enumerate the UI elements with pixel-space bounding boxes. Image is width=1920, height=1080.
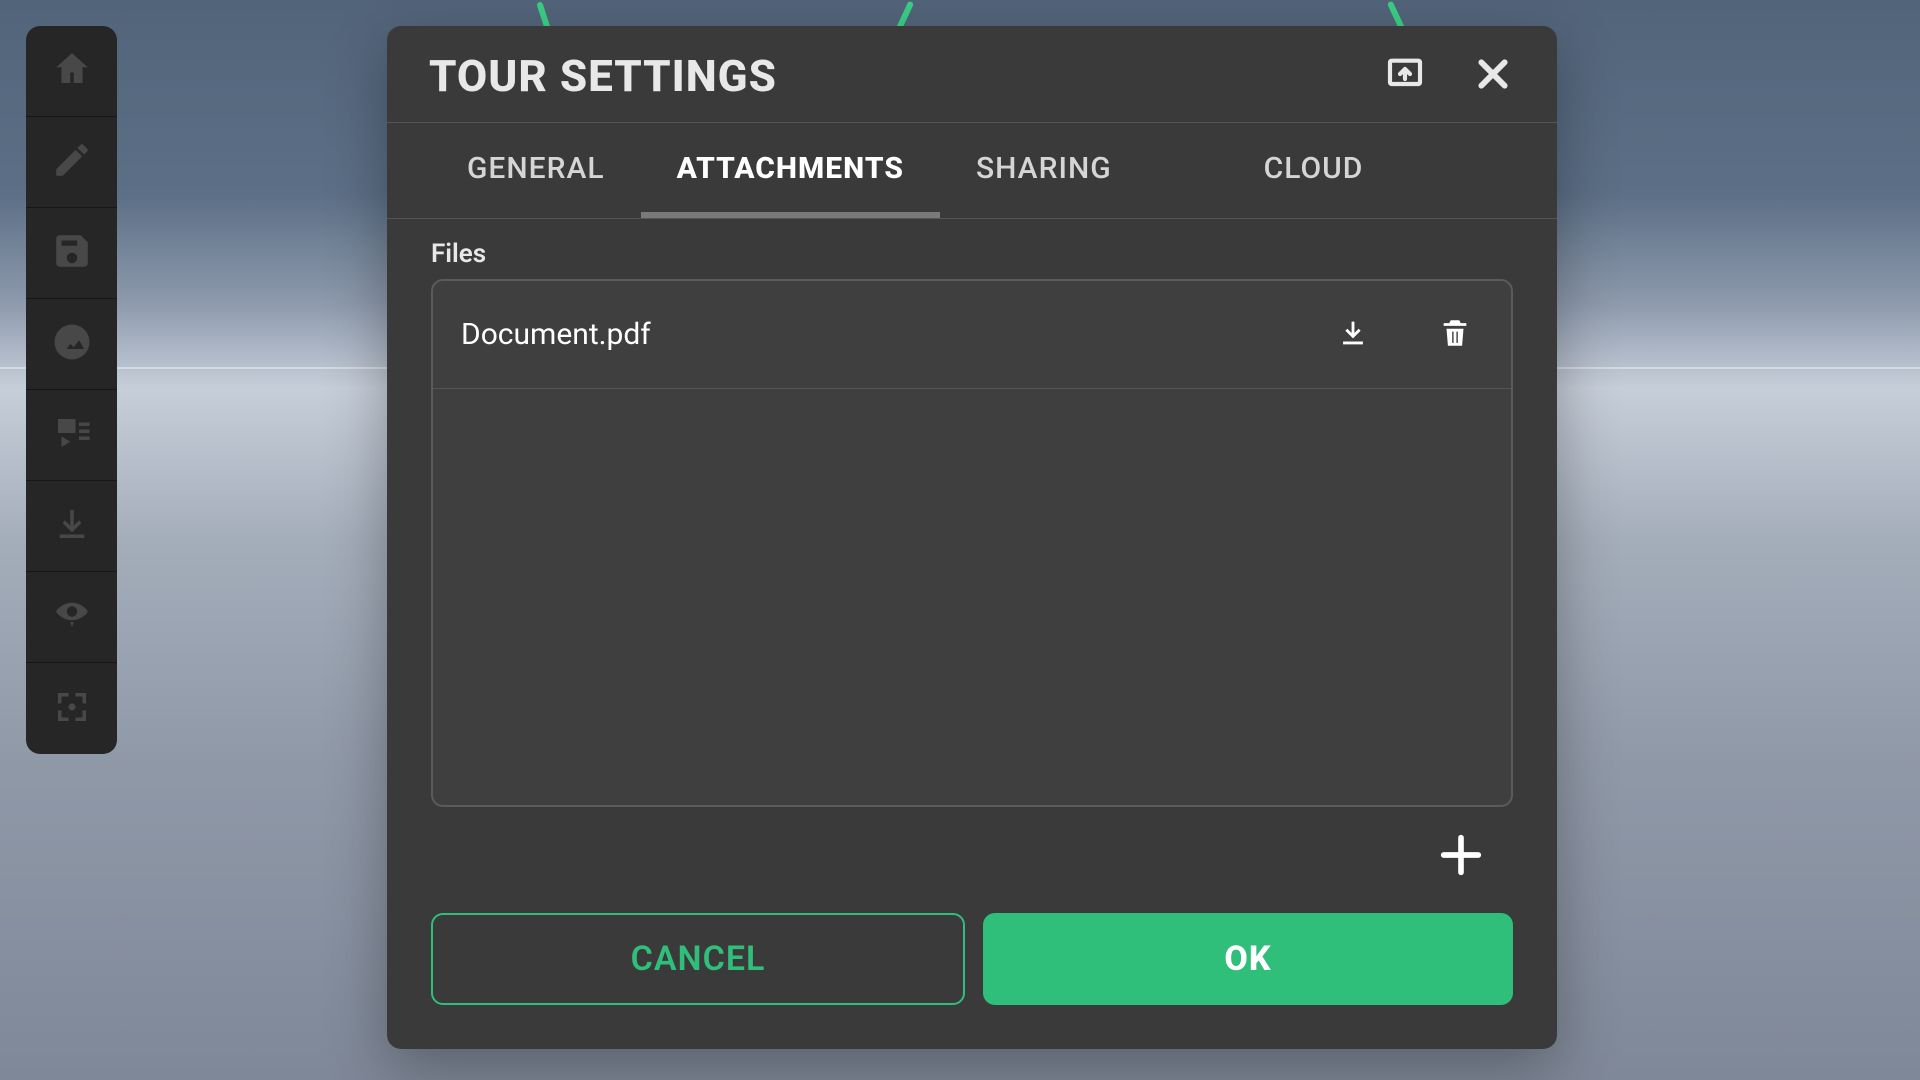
delete-file-button[interactable] <box>1435 315 1475 355</box>
tab-attachments[interactable]: ATTACHMENTS <box>641 123 940 218</box>
close-icon <box>1473 54 1513 98</box>
tool-home[interactable] <box>26 26 117 117</box>
fullscreen-icon <box>51 686 93 732</box>
import-icon <box>51 503 93 549</box>
tour-settings-dialog: TOUR SETTINGS GENERAL ATTACH <box>387 26 1557 1049</box>
tab-general[interactable]: GENERAL <box>431 123 641 218</box>
tool-edit[interactable] <box>26 117 117 208</box>
download-icon <box>1336 316 1370 354</box>
dialog-content: Files Document.pdf <box>387 219 1557 901</box>
tool-view[interactable] <box>26 572 117 663</box>
files-list: Document.pdf <box>431 279 1513 807</box>
left-toolbar <box>26 26 117 754</box>
add-file-row <box>431 807 1513 895</box>
edit-icon <box>51 139 93 185</box>
media-icon <box>51 412 93 458</box>
add-file-button[interactable] <box>1431 827 1491 887</box>
eye-move-icon <box>51 594 93 640</box>
dialog-footer: CANCEL OK <box>387 901 1557 1049</box>
tool-import[interactable] <box>26 481 117 572</box>
files-section-label: Files <box>431 239 1513 269</box>
tab-spacer <box>1148 123 1228 218</box>
ok-button[interactable]: OK <box>983 913 1513 1005</box>
download-file-button[interactable] <box>1333 315 1373 355</box>
trash-icon <box>1438 316 1472 354</box>
tool-panorama[interactable] <box>26 299 117 390</box>
header-actions <box>1383 54 1515 98</box>
plus-icon <box>1435 829 1487 885</box>
export-icon <box>1385 54 1425 98</box>
file-name: Document.pdf <box>461 317 651 352</box>
tool-fullscreen[interactable] <box>26 663 117 754</box>
save-icon <box>51 230 93 276</box>
dialog-title: TOUR SETTINGS <box>429 50 777 102</box>
close-button[interactable] <box>1471 54 1515 98</box>
tab-cloud[interactable]: CLOUD <box>1228 123 1400 218</box>
dialog-tabs: GENERAL ATTACHMENTS SHARING CLOUD <box>387 123 1557 219</box>
dialog-header: TOUR SETTINGS <box>387 26 1557 123</box>
tool-media[interactable] <box>26 390 117 481</box>
export-button[interactable] <box>1383 54 1427 98</box>
panorama-icon <box>51 321 93 367</box>
file-row[interactable]: Document.pdf <box>433 281 1511 389</box>
file-actions <box>1333 315 1483 355</box>
tab-sharing[interactable]: SHARING <box>940 123 1148 218</box>
home-icon <box>51 48 93 94</box>
tool-save[interactable] <box>26 208 117 299</box>
cancel-button[interactable]: CANCEL <box>431 913 965 1005</box>
